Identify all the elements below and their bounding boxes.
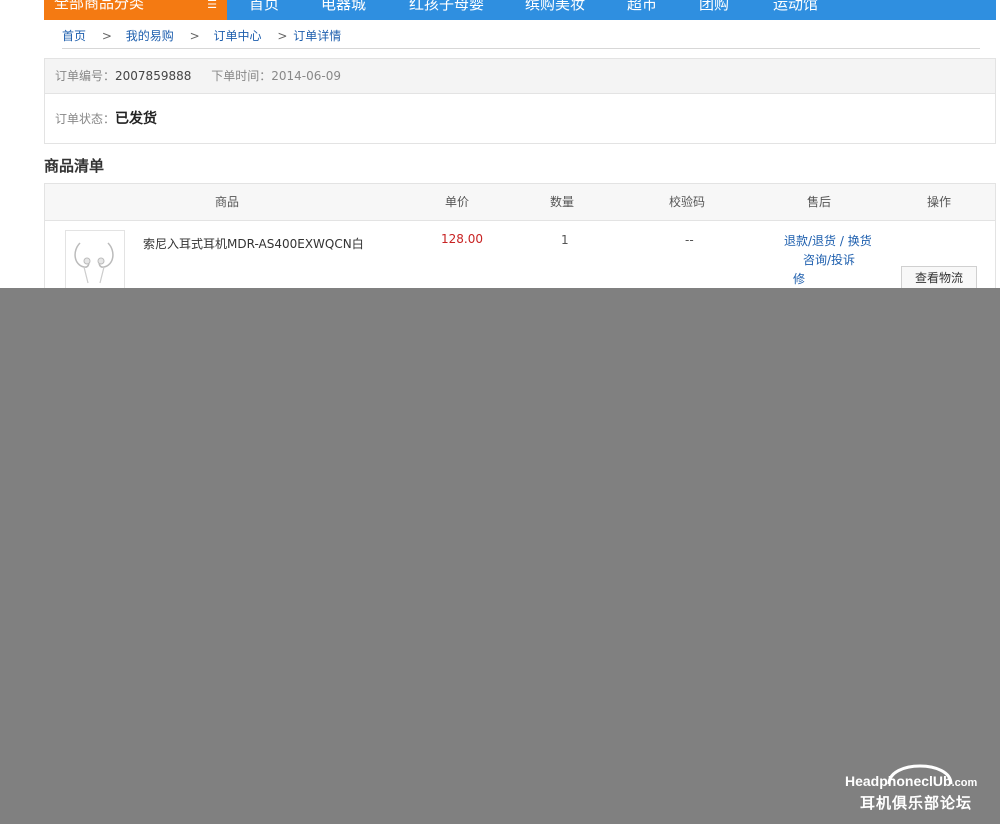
product-table: 商品 单价 数量 校验码 售后 操作 索尼入耳式耳机MDR-AS400EXWQC… xyxy=(44,183,996,294)
order-time: 2014-06-09 xyxy=(271,69,341,83)
order-info-panel: 订单编号：2007859888 下单时间：2014-06-09 订单状态：已发货 xyxy=(44,58,996,144)
column-header-action: 操作 xyxy=(927,195,952,209)
nav-item-baby[interactable]: 红孩子母婴 xyxy=(409,0,484,12)
watermark-logo: HeadphoneclUb.com 耳机俱乐部论坛 xyxy=(845,748,995,812)
column-header-after-sales: 售后 xyxy=(807,195,832,209)
watermark-forum-name: 耳机俱乐部论坛 xyxy=(860,794,973,812)
menu-icon: ☰ xyxy=(207,0,217,11)
breadcrumb: 首页 > 我的易购 > 订单中心 > 订单详情 xyxy=(62,28,347,44)
gray-overlay xyxy=(0,288,1000,824)
column-header-price: 单价 xyxy=(445,195,470,209)
column-header-quantity: 数量 xyxy=(550,195,575,209)
top-nav: 全部商品分类 ☰ 首页 电器城 红孩子母婴 缤购美妆 超市 团购 运动馆 xyxy=(44,0,996,20)
breadcrumb-home[interactable]: 首页 xyxy=(62,29,86,43)
breadcrumb-separator: > xyxy=(101,29,112,43)
earphone-image xyxy=(74,242,114,284)
watermark-domain-suffix: .com xyxy=(951,777,978,789)
product-thumbnail[interactable] xyxy=(65,230,125,292)
breadcrumb-my-account[interactable]: 我的易购 xyxy=(126,29,174,43)
product-list-title: 商品清单 xyxy=(44,157,105,175)
refund-return-exchange-link[interactable]: 退款/退货 / 换货 xyxy=(784,232,872,250)
repair-link[interactable]: 修 xyxy=(793,270,805,288)
nav-item-sports[interactable]: 运动馆 xyxy=(773,0,818,12)
column-header-product: 商品 xyxy=(215,195,240,209)
consult-complaint-link[interactable]: 咨询/投诉 xyxy=(803,251,855,269)
watermark-brand: HeadphoneclUb.com xyxy=(845,773,977,789)
view-logistics-button[interactable]: 查看物流 xyxy=(901,266,977,290)
product-price: 128.00 xyxy=(441,232,483,246)
product-name[interactable]: 索尼入耳式耳机MDR-AS400EXWQCN白 xyxy=(143,235,364,253)
breadcrumb-order-center[interactable]: 订单中心 xyxy=(213,29,261,43)
product-verification-code: -- xyxy=(685,233,694,247)
order-status-label: 订单状态： xyxy=(55,112,116,126)
nav-item-supermarket[interactable]: 超市 xyxy=(627,0,657,12)
table-header: 商品 单价 数量 校验码 售后 操作 xyxy=(45,184,995,221)
order-time-label: 下单时间： xyxy=(211,69,272,83)
column-header-code: 校验码 xyxy=(669,195,706,209)
order-meta-row: 订单编号：2007859888 下单时间：2014-06-09 xyxy=(45,59,995,94)
watermark-brand-text: HeadphoneclUb xyxy=(845,773,952,789)
nav-item-beauty[interactable]: 缤购美妆 xyxy=(525,0,585,12)
nav-item-appliances[interactable]: 电器城 xyxy=(321,0,366,12)
nav-item-home[interactable]: 首页 xyxy=(249,0,279,12)
breadcrumb-order-detail: 订单详情 xyxy=(293,29,342,43)
order-number: 2007859888 xyxy=(115,69,192,83)
nav-item-group-buy[interactable]: 团购 xyxy=(699,0,729,12)
breadcrumb-separator: > xyxy=(277,29,288,43)
all-categories-label: 全部商品分类 xyxy=(54,0,145,12)
order-number-label: 订单编号： xyxy=(55,69,116,83)
all-categories-button[interactable]: 全部商品分类 ☰ xyxy=(44,0,227,20)
product-quantity: 1 xyxy=(561,233,569,247)
order-status-row: 订单状态：已发货 xyxy=(55,109,157,129)
breadcrumb-separator: > xyxy=(189,29,200,43)
breadcrumb-divider xyxy=(62,48,980,49)
order-status: 已发货 xyxy=(115,111,158,127)
